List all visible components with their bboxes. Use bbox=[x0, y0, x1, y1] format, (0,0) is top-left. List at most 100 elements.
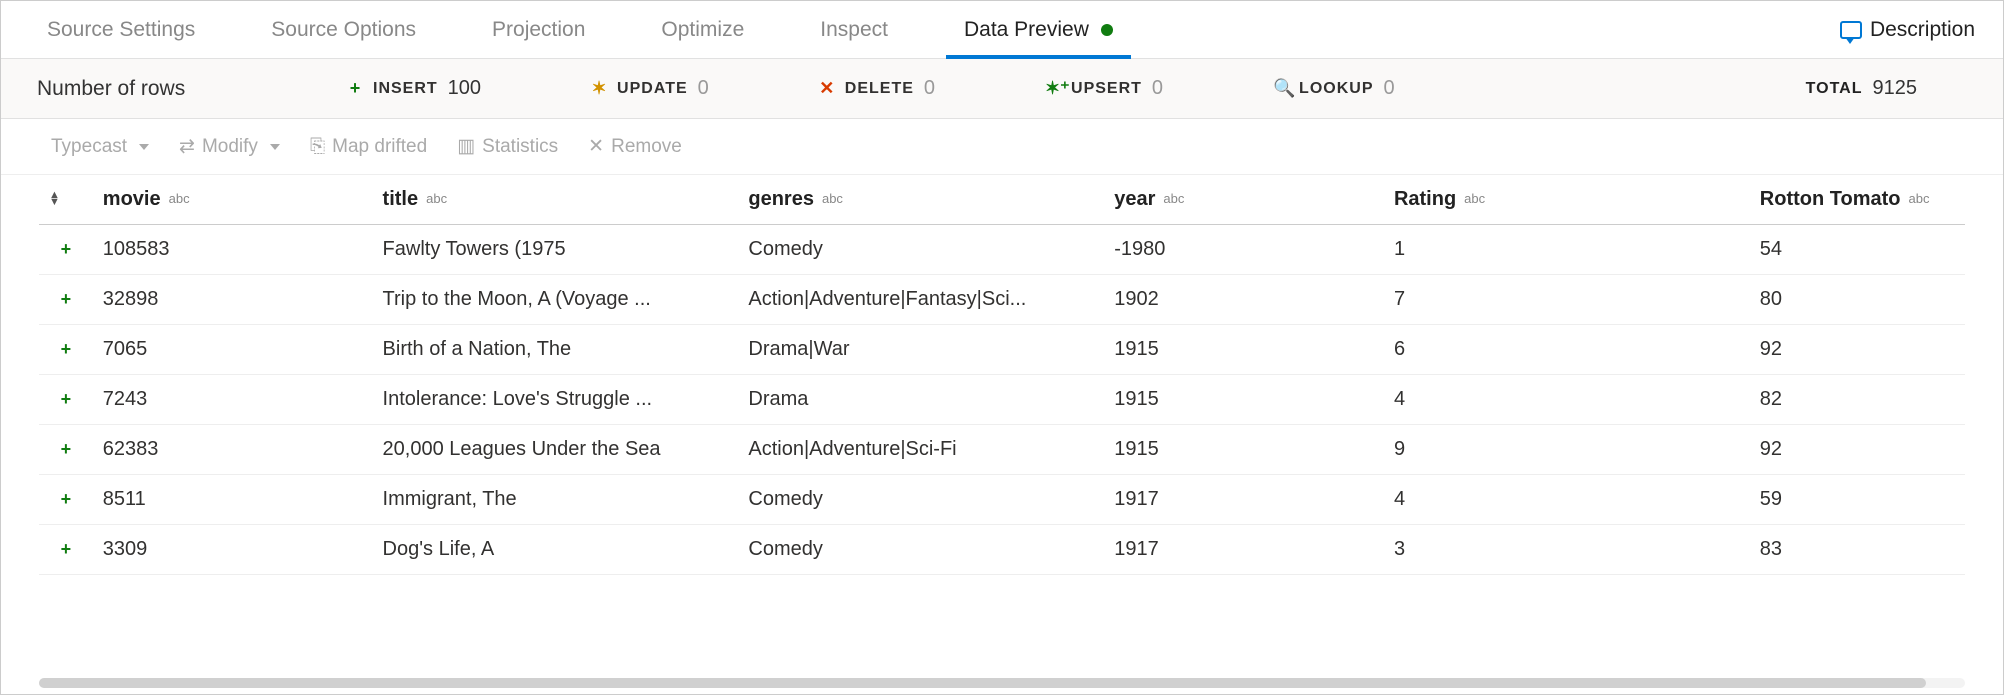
cell-genres: Drama|War bbox=[738, 325, 1104, 375]
col-genres[interactable]: genresabc bbox=[738, 175, 1104, 225]
cell-title: Birth of a Nation, The bbox=[373, 325, 739, 375]
col-rating[interactable]: Ratingabc bbox=[1384, 175, 1750, 225]
cell-title: 20,000 Leagues Under the Sea bbox=[373, 425, 739, 475]
cell-year: 1902 bbox=[1104, 275, 1384, 325]
row-insert-icon: + bbox=[39, 275, 93, 325]
table-row[interactable]: +3309Dog's Life, AComedy1917383 bbox=[39, 525, 1965, 575]
map-drifted-button[interactable]: ⎘ Map drifted bbox=[310, 136, 427, 158]
cell-title: Fawlty Towers (1975 bbox=[373, 225, 739, 275]
upsert-icon: ✶⁺ bbox=[1045, 78, 1061, 99]
cell-year: 1915 bbox=[1104, 325, 1384, 375]
stat-insert: + INSERT 100 bbox=[347, 77, 481, 100]
tab-bar: Source Settings Source Options Projectio… bbox=[1, 1, 2003, 59]
col-rt[interactable]: Rotton Tomatoabc bbox=[1750, 175, 1965, 225]
tab-source-options[interactable]: Source Options bbox=[253, 1, 434, 58]
tab-inspect[interactable]: Inspect bbox=[802, 1, 906, 58]
search-icon: 🔍 bbox=[1273, 78, 1289, 99]
cell-movie: 7065 bbox=[93, 325, 373, 375]
cell-rt: 54 bbox=[1750, 225, 1965, 275]
stat-delete: ✕ DELETE 0 bbox=[819, 77, 935, 100]
cell-genres: Action|Adventure|Fantasy|Sci... bbox=[738, 275, 1104, 325]
data-grid: ▲▼ movieabc titleabc genresabc yearabc R… bbox=[1, 175, 2003, 694]
statistics-button[interactable]: ▥ Statistics bbox=[457, 135, 558, 158]
cell-movie: 8511 bbox=[93, 475, 373, 525]
chart-icon: ▥ bbox=[457, 135, 475, 158]
modify-icon: ⇄ bbox=[179, 135, 195, 158]
table-row[interactable]: +8511Immigrant, TheComedy1917459 bbox=[39, 475, 1965, 525]
plus-icon: + bbox=[347, 78, 363, 99]
table-row[interactable]: +32898Trip to the Moon, A (Voyage ...Act… bbox=[39, 275, 1965, 325]
description-button[interactable]: Description bbox=[1840, 18, 1975, 42]
close-icon: ✕ bbox=[588, 135, 604, 158]
cell-movie: 32898 bbox=[93, 275, 373, 325]
cell-year: 1917 bbox=[1104, 475, 1384, 525]
cell-rating: 1 bbox=[1384, 225, 1750, 275]
cell-rt: 83 bbox=[1750, 525, 1965, 575]
cell-genres: Comedy bbox=[738, 475, 1104, 525]
cell-movie: 62383 bbox=[93, 425, 373, 475]
stat-upsert: ✶⁺ UPSERT 0 bbox=[1045, 77, 1163, 100]
tab-data-preview[interactable]: Data Preview bbox=[946, 1, 1131, 58]
cell-year: 1915 bbox=[1104, 425, 1384, 475]
stat-lookup: 🔍 LOOKUP 0 bbox=[1273, 77, 1395, 100]
stats-bar: Number of rows + INSERT 100 ✶ UPDATE 0 ✕… bbox=[1, 59, 2003, 119]
table-row[interactable]: +108583Fawlty Towers (1975Comedy-1980154 bbox=[39, 225, 1965, 275]
asterisk-icon: ✶ bbox=[591, 78, 607, 99]
row-insert-icon: + bbox=[39, 325, 93, 375]
cell-movie: 108583 bbox=[93, 225, 373, 275]
stat-update: ✶ UPDATE 0 bbox=[591, 77, 709, 100]
cell-rating: 6 bbox=[1384, 325, 1750, 375]
cell-movie: 7243 bbox=[93, 375, 373, 425]
cell-rating: 4 bbox=[1384, 475, 1750, 525]
cell-genres: Action|Adventure|Sci-Fi bbox=[738, 425, 1104, 475]
sort-icon: ▲▼ bbox=[49, 192, 60, 206]
col-movie[interactable]: movieabc bbox=[93, 175, 373, 225]
cell-rt: 59 bbox=[1750, 475, 1965, 525]
scrollbar-thumb[interactable] bbox=[39, 678, 1926, 688]
tab-optimize[interactable]: Optimize bbox=[643, 1, 762, 58]
cell-rt: 82 bbox=[1750, 375, 1965, 425]
cell-year: -1980 bbox=[1104, 225, 1384, 275]
tab-source-settings[interactable]: Source Settings bbox=[29, 1, 213, 58]
row-insert-icon: + bbox=[39, 525, 93, 575]
toolbar: Typecast ⇄ Modify ⎘ Map drifted ▥ Statis… bbox=[1, 119, 2003, 175]
map-icon: ⎘ bbox=[310, 136, 325, 158]
rows-label: Number of rows bbox=[37, 77, 347, 101]
row-insert-icon: + bbox=[39, 225, 93, 275]
comment-icon bbox=[1840, 21, 1862, 39]
x-icon: ✕ bbox=[819, 78, 835, 99]
cell-movie: 3309 bbox=[93, 525, 373, 575]
cell-rating: 3 bbox=[1384, 525, 1750, 575]
cell-title: Immigrant, The bbox=[373, 475, 739, 525]
col-year[interactable]: yearabc bbox=[1104, 175, 1384, 225]
cell-rt: 92 bbox=[1750, 325, 1965, 375]
cell-rt: 80 bbox=[1750, 275, 1965, 325]
sort-column[interactable]: ▲▼ bbox=[39, 175, 93, 225]
horizontal-scrollbar[interactable] bbox=[39, 678, 1965, 688]
modify-button[interactable]: ⇄ Modify bbox=[179, 135, 280, 158]
cell-title: Dog's Life, A bbox=[373, 525, 739, 575]
cell-title: Trip to the Moon, A (Voyage ... bbox=[373, 275, 739, 325]
status-dot-icon bbox=[1101, 24, 1113, 36]
typecast-button[interactable]: Typecast bbox=[51, 136, 149, 158]
stat-total: TOTAL 9125 bbox=[1806, 77, 1917, 100]
cell-rating: 7 bbox=[1384, 275, 1750, 325]
cell-year: 1917 bbox=[1104, 525, 1384, 575]
row-insert-icon: + bbox=[39, 425, 93, 475]
cell-genres: Comedy bbox=[738, 525, 1104, 575]
table-row[interactable]: +6238320,000 Leagues Under the SeaAction… bbox=[39, 425, 1965, 475]
col-title[interactable]: titleabc bbox=[373, 175, 739, 225]
cell-genres: Comedy bbox=[738, 225, 1104, 275]
remove-button[interactable]: ✕ Remove bbox=[588, 135, 682, 158]
cell-title: Intolerance: Love's Struggle ... bbox=[373, 375, 739, 425]
table-row[interactable]: +7065Birth of a Nation, TheDrama|War1915… bbox=[39, 325, 1965, 375]
cell-genres: Drama bbox=[738, 375, 1104, 425]
cell-rating: 4 bbox=[1384, 375, 1750, 425]
table-row[interactable]: +7243Intolerance: Love's Struggle ...Dra… bbox=[39, 375, 1965, 425]
cell-year: 1915 bbox=[1104, 375, 1384, 425]
row-insert-icon: + bbox=[39, 475, 93, 525]
cell-rating: 9 bbox=[1384, 425, 1750, 475]
tab-projection[interactable]: Projection bbox=[474, 1, 603, 58]
cell-rt: 92 bbox=[1750, 425, 1965, 475]
header-row: ▲▼ movieabc titleabc genresabc yearabc R… bbox=[39, 175, 1965, 225]
